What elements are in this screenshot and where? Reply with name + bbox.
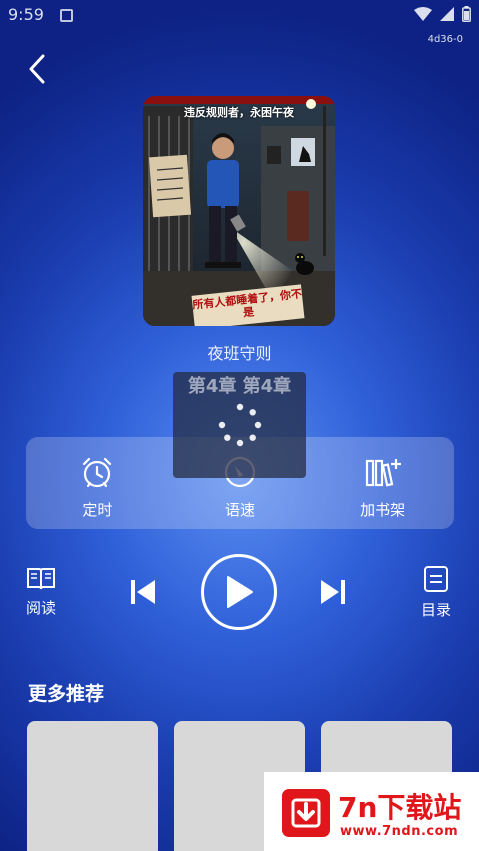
chevron-left-icon [29, 54, 45, 84]
read-button[interactable]: 阅读 [26, 565, 56, 618]
player-controls: 阅读 目录 [0, 552, 479, 632]
more-recommendations-title: 更多推荐 [28, 683, 105, 705]
cover-subtitle: 违反规则者，永困午夜 [184, 106, 294, 119]
skip-previous-icon [131, 580, 155, 604]
back-button[interactable] [22, 52, 52, 86]
loading-spinner-icon [218, 403, 262, 447]
add-bookshelf-icon [365, 459, 401, 487]
timer-button[interactable]: 定时 [26, 437, 169, 529]
recommendation-card[interactable] [27, 721, 158, 851]
open-book-icon [27, 568, 55, 590]
book-title: 夜班守则 [207, 344, 272, 363]
book-cover: 违反规则者，永困午夜 所有人都睡着了，你不是 [143, 96, 335, 326]
status-icons [414, 6, 471, 22]
toc-label: 目录 [421, 601, 452, 619]
add-bookshelf-button[interactable]: 加书架 [311, 437, 454, 529]
play-button[interactable] [201, 554, 277, 630]
timer-label: 定时 [82, 501, 113, 519]
chapter-label: 第4章 第4章 [187, 376, 292, 397]
table-of-contents-icon [424, 566, 448, 592]
play-icon [227, 576, 253, 608]
wifi-icon [414, 7, 432, 21]
add-bookshelf-label: 加书架 [360, 501, 406, 519]
watermark-title: 7n下载站 [338, 791, 462, 824]
loading-overlay: 第4章 第4章 [173, 372, 306, 478]
skip-next-icon [321, 580, 345, 604]
next-button[interactable] [318, 578, 348, 610]
speed-label: 语速 [225, 501, 256, 519]
battery-icon [462, 6, 471, 22]
status-bar: 9:59 [0, 0, 479, 30]
signal-icon [440, 7, 454, 21]
watermark-url: www.7ndn.com [340, 824, 459, 839]
version-label: 4d36-0 [427, 34, 463, 45]
alarm-clock-icon [83, 457, 112, 488]
watermark: 7n下载站 www.7ndn.com [264, 772, 479, 851]
toc-button[interactable]: 目录 [421, 565, 451, 620]
read-label: 阅读 [26, 599, 57, 617]
download-icon [282, 789, 330, 837]
notification-icon [60, 9, 73, 22]
status-time: 9:59 [8, 5, 44, 24]
previous-button[interactable] [128, 578, 158, 610]
